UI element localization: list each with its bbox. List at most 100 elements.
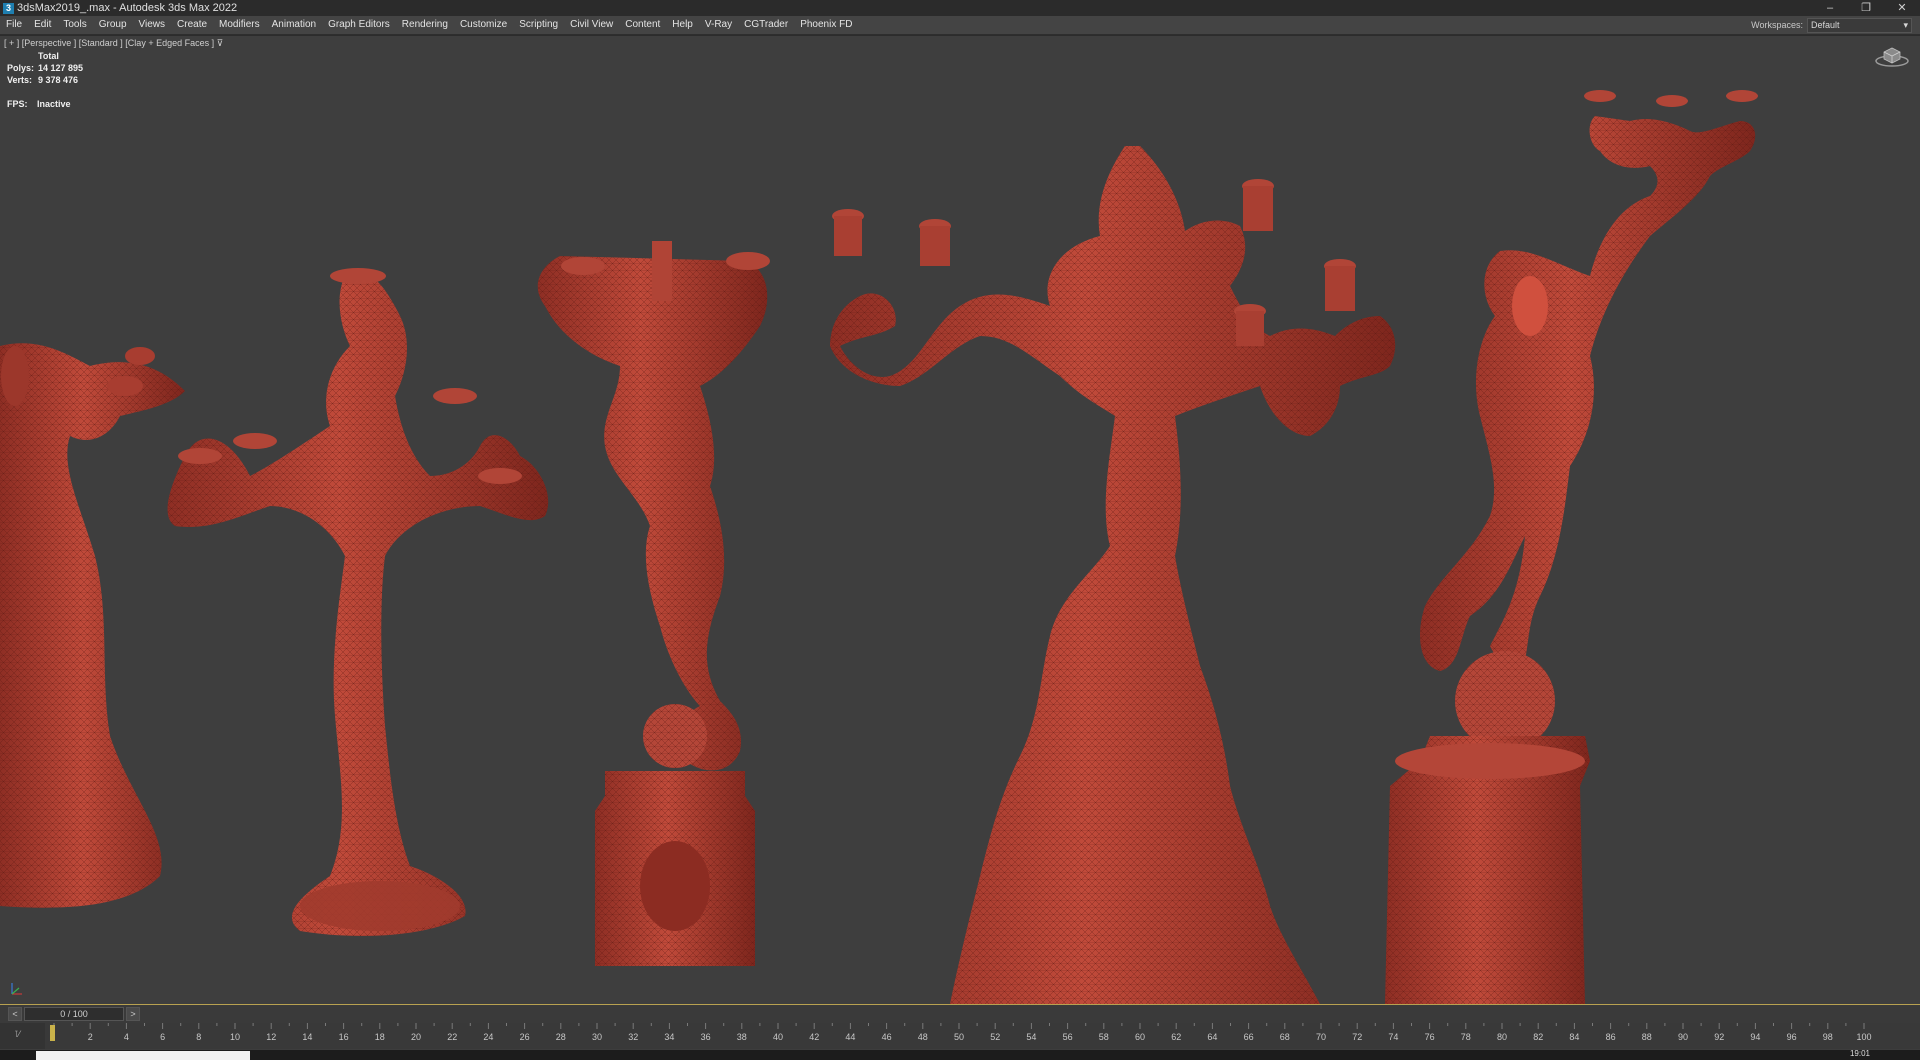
menu-views[interactable]: Views [133,16,172,34]
trackbar-tick-label: 16 [339,1032,349,1042]
minimize-button[interactable]: – [1812,0,1848,16]
trackbar-tick-label: 82 [1533,1032,1543,1042]
key-filter-icon[interactable]: ⊺⁄ [14,1029,20,1040]
trackbar-tick-label: 40 [773,1032,783,1042]
perspective-viewport[interactable]: [ + ] [Perspective ] [Standard ] [Clay +… [0,35,1920,1006]
trackbar-tick-label: 84 [1569,1032,1579,1042]
menu-vray[interactable]: V-Ray [699,16,738,34]
trackbar-tick-label: 18 [375,1032,385,1042]
stats-overlay: Total Polys: 14 127 895 Verts: 9 378 476 [7,50,83,86]
trackbar-tick-label: 30 [592,1032,602,1042]
candelabra-figure-left[interactable] [0,343,185,908]
trackbar-tick-label: 14 [302,1032,312,1042]
menu-group[interactable]: Group [93,16,133,34]
fps-readout: FPS: Inactive [7,99,71,109]
trackbar-tick-label: 52 [990,1032,1000,1042]
workspaces-control: Workspaces: Default [1751,16,1912,34]
menu-help[interactable]: Help [666,16,699,34]
menu-create[interactable]: Create [171,16,213,34]
trackbar-tick-label: 42 [809,1032,819,1042]
trackbar-tick-label: 76 [1425,1032,1435,1042]
trackbar-tick-label: 88 [1642,1032,1652,1042]
time-slider: < 0 / 100 > [0,1005,1920,1023]
menu-customize[interactable]: Customize [454,16,513,34]
menu-scripting[interactable]: Scripting [513,16,564,34]
cherub-statue-pedestal[interactable] [1385,90,1758,1004]
time-next-button[interactable]: > [126,1007,140,1021]
os-taskbar: 19:01 [0,1049,1920,1060]
trackbar-tick-label: 78 [1461,1032,1471,1042]
time-prev-button[interactable]: < [8,1007,22,1021]
track-bar[interactable]: ⊺⁄ 2 4 6 8 10 12 14 16 18 20 22 24 26 28 30 32 34 36 38 40 4… [0,1023,1920,1049]
menu-phoenix-fd[interactable]: Phoenix FD [794,16,858,34]
trackbar-tick-label: 50 [954,1032,964,1042]
trackbar-tick-label: 2 [88,1032,93,1042]
trackbar-tick-label: 62 [1171,1032,1181,1042]
trackbar-tick-label: 96 [1787,1032,1797,1042]
trackbar-tick-label: 34 [664,1032,674,1042]
trackbar-tick-label: 60 [1135,1032,1145,1042]
viewcube-icon[interactable] [1874,44,1910,68]
trackbar-tick-label: 6 [160,1032,165,1042]
scene-models[interactable] [0,36,1920,1004]
restore-button[interactable]: ❐ [1848,0,1884,16]
trackbar-tick-label: 86 [1606,1032,1616,1042]
trackbar-tick-label: 70 [1316,1032,1326,1042]
stats-header: Total [38,51,59,61]
trackbar-tick-label: 8 [196,1032,201,1042]
trackbar-tick-label: 64 [1207,1032,1217,1042]
trackbar-tick-label: 26 [520,1032,530,1042]
workspaces-dropdown[interactable]: Default [1807,17,1912,33]
menu-animation[interactable]: Animation [266,16,322,34]
trackbar-tick-label: 98 [1823,1032,1833,1042]
trackbar-tick-label: 48 [918,1032,928,1042]
viewport-label-menu[interactable]: [ + ] [Perspective ] [Standard ] [Clay +… [4,38,223,49]
menu-bar: File Edit Tools Group Views Create Modif… [0,16,1920,35]
taskbar-search-box[interactable] [36,1051,250,1060]
trackbar-tick-label: 68 [1280,1032,1290,1042]
title-bar: 3 3dsMax2019_.max - Autodesk 3ds Max 202… [0,0,1920,16]
current-frame-marker[interactable] [50,1025,55,1041]
window-title: 3dsMax2019_.max - Autodesk 3ds Max 2022 [17,2,238,14]
trackbar-tick-label: 90 [1678,1032,1688,1042]
trackbar-tick-label: 54 [1026,1032,1036,1042]
cherub-candelabra-pedestal[interactable] [537,241,770,966]
trackbar-tick-label: 46 [882,1032,892,1042]
axis-tripod-icon [11,983,22,995]
stats-polys: Polys: 14 127 895 [7,63,84,73]
trackbar-tick-label: 56 [1063,1032,1073,1042]
trackbar-tick-label: 44 [845,1032,855,1042]
menu-file[interactable]: File [0,16,28,34]
menu-modifiers[interactable]: Modifiers [213,16,266,34]
trackbar-tick-label: 24 [483,1032,493,1042]
trackbar-tick-label: 92 [1714,1032,1724,1042]
stats-verts: Verts: 9 378 476 [7,75,79,85]
baroque-candelabra-center[interactable] [830,146,1396,1004]
menu-content[interactable]: Content [619,16,666,34]
trackbar-tick-label: 22 [447,1032,457,1042]
time-slider-label: 0 / 100 [60,1009,88,1019]
trackbar-tick-label: 74 [1388,1032,1398,1042]
menu-cgtrader[interactable]: CGTrader [738,16,794,34]
3dsmax-app-icon[interactable]: 3 [3,2,14,14]
menu-rendering[interactable]: Rendering [396,16,454,34]
candelabra-branch[interactable] [167,268,549,936]
close-button[interactable]: ✕ [1884,0,1920,16]
trackbar-key-mode[interactable]: ⊺⁄ [0,1023,45,1049]
trackbar-tick-label: 100 [1856,1032,1871,1042]
workspaces-label: Workspaces: [1751,20,1803,30]
viewport-label[interactable]: [ + ] [Perspective ] [Standard ] [Clay +… [4,38,217,48]
funnel-icon[interactable]: ⊽ [217,38,224,48]
trackbar-ruler[interactable]: 2 4 6 8 10 12 14 16 18 20 22 24 26 28 30 32 34 36 38 40 42 44… [50,1023,1880,1049]
menu-civil-view[interactable]: Civil View [564,16,619,34]
time-slider-track[interactable]: 0 / 100 [24,1007,124,1021]
menu-graph-editors[interactable]: Graph Editors [322,16,396,34]
trackbar-tick-label: 80 [1497,1032,1507,1042]
menu-tools[interactable]: Tools [57,16,92,34]
trackbar-tick-label: 94 [1750,1032,1760,1042]
trackbar-tick-label: 36 [701,1032,711,1042]
menu-edit[interactable]: Edit [28,16,57,34]
window-controls: – ❐ ✕ [1812,0,1920,16]
trackbar-tick-label: 32 [628,1032,638,1042]
trackbar-tick-label: 28 [556,1032,566,1042]
